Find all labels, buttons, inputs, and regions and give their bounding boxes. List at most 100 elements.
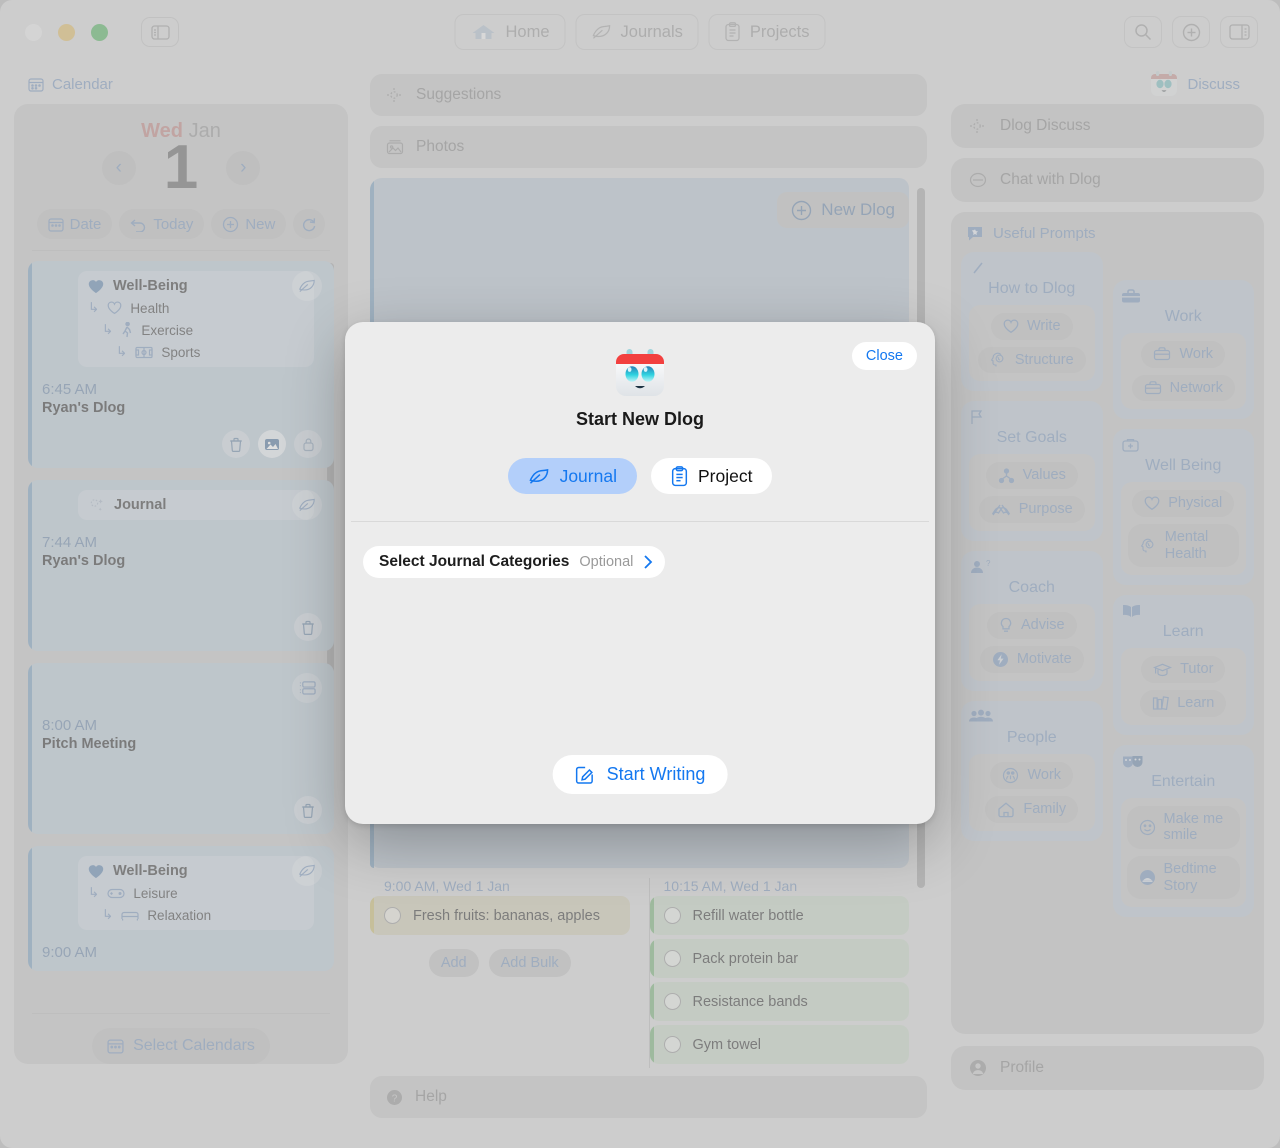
list-item[interactable]: Resistance bands (649, 982, 909, 1021)
window-controls (25, 23, 108, 41)
close-window-button[interactable] (25, 23, 42, 41)
right-panel-toggle-icon[interactable] (1220, 16, 1258, 48)
prompt-chip-values[interactable]: Values (985, 462, 1078, 490)
event-subcategory-label: Relaxation (147, 907, 212, 923)
date-button[interactable]: Date (36, 209, 113, 239)
person-question-icon: ? (969, 559, 1095, 579)
prompt-grid: How to Dlog Write Structure Set Goals Va… (961, 252, 1254, 918)
minimize-window-button[interactable] (58, 23, 75, 41)
event-card[interactable]: 8:00 AM Pitch Meeting (28, 663, 334, 834)
photo-icon[interactable] (258, 430, 286, 458)
suggestions-bar[interactable]: Suggestions (370, 74, 927, 116)
select-journal-categories-row[interactable]: Select Journal Categories Optional (363, 546, 666, 578)
checkbox-icon[interactable] (663, 907, 681, 924)
prompt-chip-purpose[interactable]: Purpose (978, 496, 1085, 523)
prompt-chip-mental-health[interactable]: Mental Health (1127, 524, 1239, 568)
event-name: Ryan's Dlog (42, 553, 126, 569)
list-item-label: Pack protein bar (692, 950, 799, 967)
prompt-chip-motivate[interactable]: Motivate (979, 645, 1084, 673)
close-button[interactable]: Close (851, 342, 917, 370)
add-button[interactable]: Add (428, 949, 479, 977)
prompt-chip-tutor[interactable]: Tutor (1141, 656, 1226, 684)
event-time: 6:45 AM (42, 381, 98, 398)
calendar-day-number: 1 (163, 133, 199, 202)
search-icon[interactable] (1124, 16, 1162, 48)
help-bar[interactable]: ? Help (370, 1076, 927, 1118)
prompt-chip-learn[interactable]: Learn (1140, 690, 1227, 717)
new-event-button[interactable]: New (211, 209, 287, 239)
discuss-header[interactable]: Discuss (951, 64, 1264, 104)
event-card[interactable]: Well-Being ↳ Health ↳ Exercise ↳ Sports … (28, 261, 334, 468)
nav-projects[interactable]: Projects (708, 14, 826, 50)
maximize-window-button[interactable] (91, 23, 108, 41)
lock-icon[interactable] (294, 430, 322, 458)
checkbox-icon[interactable] (384, 907, 401, 924)
checkbox-icon[interactable] (663, 993, 681, 1010)
checkbox-icon[interactable] (663, 1036, 681, 1053)
briefcase-icon (1153, 346, 1171, 362)
list-item[interactable]: Pack protein bar (649, 939, 909, 978)
prompt-tile-well-being[interactable]: Well Being Physical Mental Health (1112, 429, 1254, 586)
list-item[interactable]: Gym towel (649, 1025, 909, 1064)
sidebar-toggle-icon[interactable] (141, 17, 179, 47)
heart-outline-icon (107, 301, 122, 315)
prompt-tile-title: Learn (1162, 623, 1204, 641)
prompt-chip-network[interactable]: Network (1131, 374, 1235, 402)
prompt-tile-coach[interactable]: ? Coach Advise Motivate (961, 550, 1103, 691)
next-day-button[interactable]: › (226, 151, 261, 185)
refresh-icon[interactable] (293, 209, 326, 239)
prompt-chip-physical[interactable]: Physical (1132, 490, 1235, 518)
prompt-column-b: Work Work Network Well Being Physical Me… (1112, 252, 1254, 918)
event-list[interactable]: Well-Being ↳ Health ↳ Exercise ↳ Sports … (28, 261, 334, 1013)
type-project-option[interactable]: Project (650, 458, 773, 494)
prompt-tile-work[interactable]: Work Work Network (1112, 280, 1254, 420)
prompt-chip-bedtime-story[interactable]: Bedtime Story (1126, 856, 1240, 900)
prompt-tile-entertain[interactable]: Entertain Make me smile Bedtime Story (1112, 744, 1254, 918)
clipboard-icon (671, 465, 688, 487)
prompt-tile-how-to-dlog[interactable]: How to Dlog Write Structure (961, 252, 1103, 392)
event-subcategory: ↳ Health (88, 300, 304, 316)
prompt-tile-body: Write Structure (969, 305, 1095, 382)
list-item[interactable]: Fresh fruits: bananas, apples (370, 896, 630, 935)
prompt-chip-work[interactable]: Work (1141, 341, 1226, 368)
prev-day-button[interactable]: ‹ (101, 151, 136, 185)
prompt-chip-work[interactable]: Work (990, 761, 1074, 789)
prompt-chip-make-me-smile[interactable]: Make me smile (1126, 805, 1240, 850)
photo-icon (386, 139, 404, 155)
chat-with-dlog-bar[interactable]: Chat with Dlog (951, 158, 1264, 202)
trash-icon[interactable] (294, 613, 322, 641)
checkbox-icon[interactable] (663, 950, 681, 967)
profile-bar[interactable]: Profile (951, 1046, 1264, 1090)
prompt-tile-title: Set Goals (996, 429, 1067, 447)
prompt-tile-set-goals[interactable]: Set Goals Values Purpose (961, 401, 1103, 541)
nav-journals[interactable]: Journals (575, 14, 699, 50)
nav-projects-label: Projects (749, 22, 810, 41)
photos-bar[interactable]: Photos (370, 126, 927, 168)
dlog-mascot-icon (616, 349, 664, 396)
today-button[interactable]: Today (119, 209, 205, 239)
type-journal-option[interactable]: Journal (507, 458, 637, 494)
briefcase-filled-icon (1121, 288, 1247, 308)
new-dlog-button[interactable]: New Dlog (777, 192, 909, 228)
prompt-chip-write[interactable]: Write (990, 313, 1073, 340)
photos-label: Photos (416, 138, 465, 155)
event-card[interactable]: Journal 7:44 AM Ryan's Dlog (28, 480, 334, 651)
event-card[interactable]: Well-Being ↳ Leisure ↳ Relaxation 9:00 A… (28, 846, 334, 971)
add-circle-icon[interactable] (1172, 16, 1210, 48)
prompt-tile-people[interactable]: People Work Family (961, 700, 1103, 841)
trash-icon[interactable] (222, 430, 250, 458)
prompt-tile-learn[interactable]: Learn Tutor Learn (1112, 595, 1254, 735)
prompt-chip-structure[interactable]: Structure (977, 346, 1086, 374)
trash-icon[interactable] (294, 796, 322, 824)
add-bulk-button[interactable]: Add Bulk (488, 949, 571, 977)
calendar-header[interactable]: Calendar (14, 64, 348, 104)
nav-home[interactable]: Home (454, 14, 566, 50)
prompt-chip-family[interactable]: Family (985, 795, 1079, 823)
start-writing-button[interactable]: Start Writing (552, 755, 728, 794)
prompt-chip-advise[interactable]: Advise (986, 611, 1077, 639)
prompt-chip-label: Write (1026, 318, 1061, 334)
list-item[interactable]: Refill water bottle (649, 896, 909, 935)
dlog-discuss-bar[interactable]: Dlog Discuss (951, 104, 1264, 148)
select-calendars-button[interactable]: Select Calendars (92, 1028, 270, 1064)
bed-icon (121, 909, 139, 921)
